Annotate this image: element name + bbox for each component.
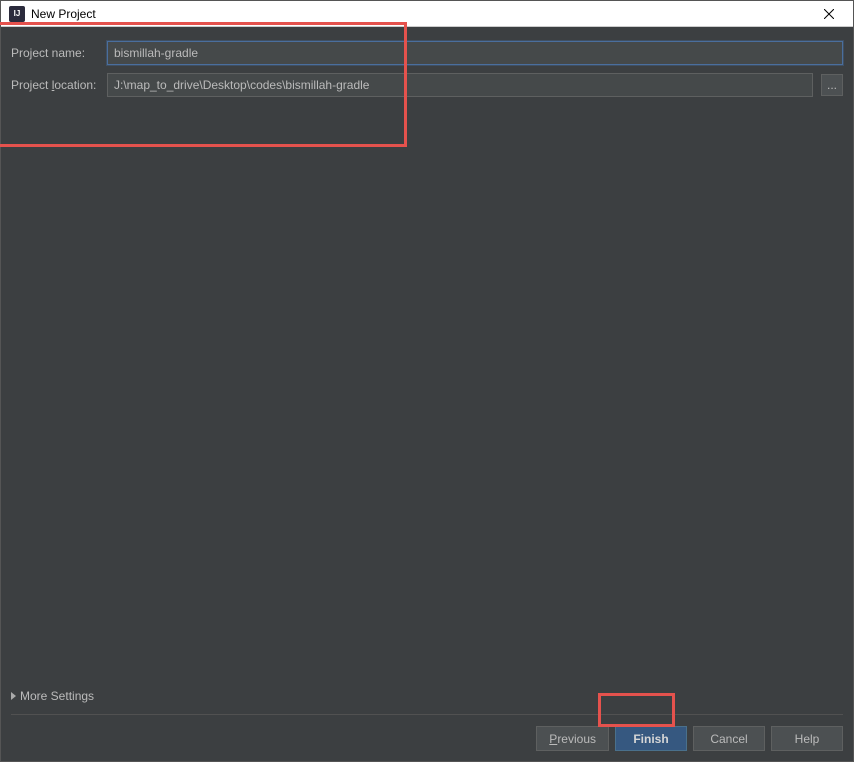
dialog-window: IJ New Project Project name: Project loc… xyxy=(0,0,854,762)
help-button[interactable]: Help xyxy=(771,726,843,751)
close-button[interactable] xyxy=(809,2,849,26)
ellipsis-icon: ... xyxy=(827,78,837,92)
titlebar: IJ New Project xyxy=(1,1,853,27)
dialog-body: Project name: Project location: ... More… xyxy=(1,27,853,761)
project-location-row: Project location: ... xyxy=(11,73,843,97)
project-name-label: Project name: xyxy=(11,46,99,60)
button-bar: Previous Finish Cancel Help xyxy=(536,726,843,751)
highlight-finish xyxy=(598,693,675,727)
intellij-icon-label: IJ xyxy=(14,10,21,18)
previous-button[interactable]: Previous xyxy=(536,726,609,751)
project-location-label: Project location: xyxy=(11,78,99,92)
project-name-row: Project name: xyxy=(11,41,843,65)
project-name-input[interactable] xyxy=(107,41,843,65)
browse-button[interactable]: ... xyxy=(821,74,843,96)
intellij-icon: IJ xyxy=(9,6,25,22)
finish-button[interactable]: Finish xyxy=(615,726,687,751)
more-settings-label: More Settings xyxy=(20,689,94,703)
more-settings-expander[interactable]: More Settings xyxy=(11,689,94,703)
button-separator xyxy=(11,714,843,715)
cancel-button[interactable]: Cancel xyxy=(693,726,765,751)
close-icon xyxy=(824,9,834,19)
project-location-input[interactable] xyxy=(107,73,813,97)
chevron-right-icon xyxy=(11,692,16,700)
window-title: New Project xyxy=(31,7,809,21)
